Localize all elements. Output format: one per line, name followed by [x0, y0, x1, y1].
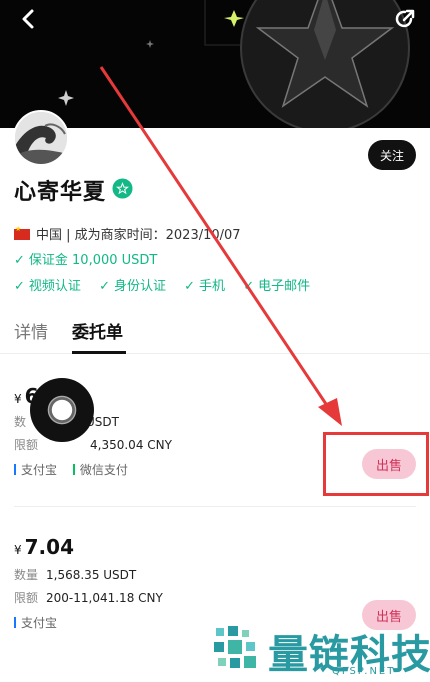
tab-orders[interactable]: 委托单	[72, 318, 123, 343]
tab-details[interactable]: 详情	[14, 318, 48, 343]
wave-artwork	[15, 112, 67, 164]
star-badge-icon	[112, 178, 133, 199]
location-text: 中国 | 成为商家时间：2023/10/07	[36, 228, 241, 243]
limit-label: 限额	[14, 438, 39, 452]
merchant-name: 心寄华夏	[14, 180, 107, 205]
cert-label: 身份认证	[113, 279, 166, 294]
payment-label: 支付宝	[21, 463, 58, 477]
follow-button[interactable]: 关注	[368, 140, 416, 170]
alipay-mark	[14, 464, 16, 475]
banner-decoration	[58, 0, 410, 128]
tab-bar: 详情 委托单	[0, 312, 430, 354]
deposit-line: ✓ 保证金 10,000 USDT	[14, 249, 157, 268]
order-limit: 限额 200-11,041.18 CNY	[14, 589, 163, 606]
cert-label: 视频认证	[28, 279, 81, 294]
header-banner	[0, 0, 430, 128]
watermark-logo-icon	[214, 626, 256, 668]
card-divider	[14, 506, 416, 507]
deposit-text: 保证金 10,000 USDT	[28, 253, 158, 268]
certifications: ✓ 视频认证 ✓ 身份认证 ✓ 手机 ✓ 电子邮件	[14, 275, 324, 294]
cert-phone: ✓ 手机	[184, 275, 225, 294]
share-button[interactable]	[390, 4, 420, 32]
cert-identity: ✓ 身份认证	[99, 275, 166, 294]
payment-label: 微信支付	[79, 463, 128, 477]
china-flag-icon	[14, 225, 30, 240]
order-limit: 限额 4,350.04 CNY	[14, 436, 172, 453]
cert-video: ✓ 视频认证	[14, 275, 81, 294]
check-icon: ✓	[14, 279, 25, 294]
wechat-mark	[72, 464, 75, 475]
check-icon: ✓	[99, 279, 110, 294]
limit-value: 4,350.04 CNY	[90, 438, 172, 452]
check-icon: ✓	[14, 253, 25, 268]
merchant-avatar	[13, 110, 69, 166]
share-icon	[395, 9, 415, 28]
payment-alipay: 支付宝	[14, 614, 57, 631]
currency-symbol: ¥	[14, 543, 22, 557]
order-quantity: 数量 1,568.35 USDT	[14, 566, 136, 583]
cert-label: 手机	[199, 279, 226, 294]
annotation-highlight-box	[323, 432, 429, 496]
limit-value: 200-11,041.18 CNY	[46, 591, 163, 605]
limit-label: 限额	[14, 591, 39, 605]
check-icon: ✓	[243, 279, 255, 294]
cert-email: ✓ 电子邮件	[243, 275, 310, 294]
order-price: ¥7.04	[14, 535, 74, 559]
active-tab-indicator	[72, 351, 126, 354]
obstruction-overlay	[30, 378, 94, 442]
chevron-left-icon	[22, 9, 34, 29]
watermark: 量链科技 QFSP.NET	[212, 618, 430, 682]
currency-symbol: ¥	[14, 392, 22, 406]
payment-wechat: 微信支付	[72, 461, 128, 478]
check-icon: ✓	[184, 279, 196, 294]
back-button[interactable]	[14, 4, 44, 32]
payment-methods: 支付宝 微信支付	[14, 461, 140, 478]
quantity-label: 数	[14, 415, 27, 429]
cert-label: 电子邮件	[258, 279, 311, 294]
price-value: 7.04	[24, 535, 74, 559]
payment-alipay: 支付宝	[14, 461, 57, 478]
quantity-value: 1,568.35 USDT	[46, 568, 137, 582]
quantity-label: 数量	[14, 568, 39, 582]
watermark-subtext: QFSP.NET	[332, 666, 396, 677]
location-line: 中国 | 成为商家时间：2023/10/07	[14, 224, 241, 243]
alipay-mark	[14, 617, 16, 628]
payment-methods: 支付宝	[14, 614, 69, 631]
payment-label: 支付宝	[21, 616, 58, 630]
